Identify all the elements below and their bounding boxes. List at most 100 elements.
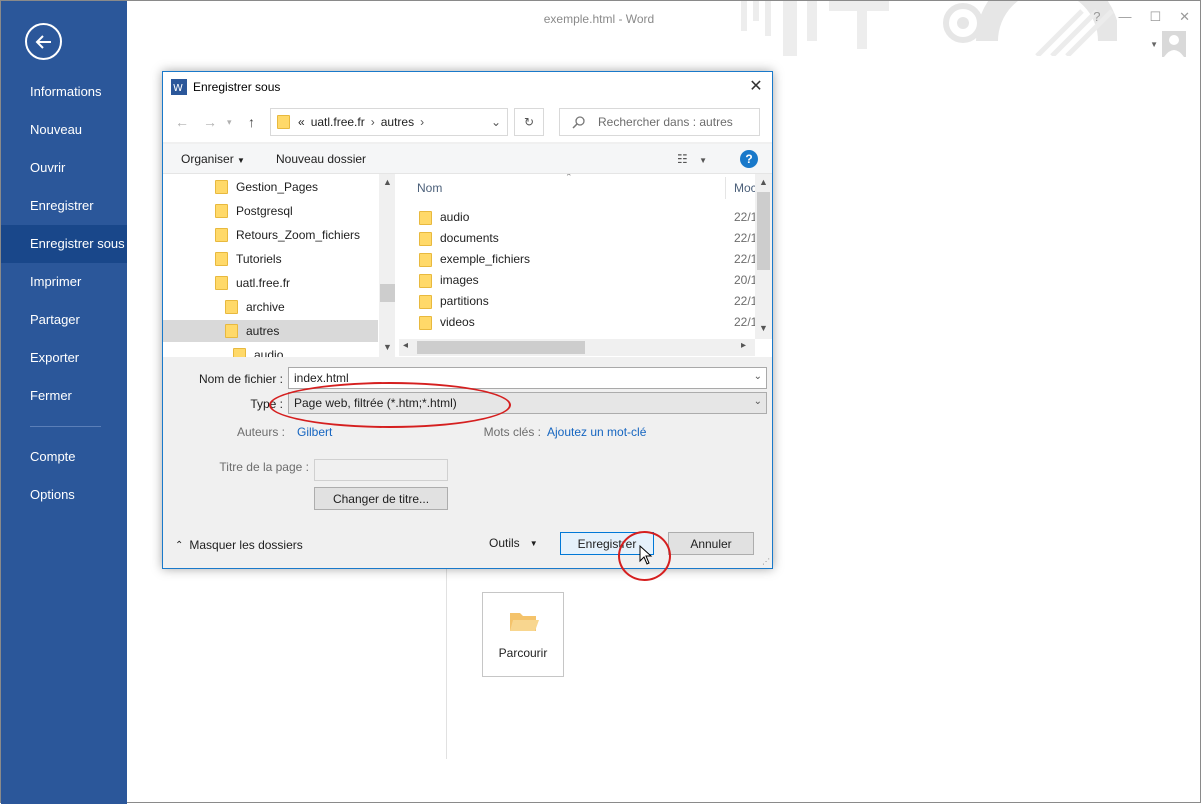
organize-button[interactable]: Organiser ▼ [181,152,245,166]
keywords-label: Mots clés : [483,425,541,439]
new-folder-button[interactable]: Nouveau dossier [276,152,366,166]
close-icon[interactable]: ✕ [1179,9,1190,25]
save-as-type-value: Page web, filtrée (*.htm;*.html) [294,396,457,410]
tools-label: Outils [489,536,520,550]
refresh-icon: ↻ [523,115,535,129]
file-row[interactable]: documents 22/1 [399,228,759,249]
folder-icon [215,180,228,194]
folder-icon [215,204,228,218]
tree-item[interactable]: audio [163,344,378,357]
folder-icon [215,276,228,290]
refresh-button[interactable]: ↻ [514,108,544,136]
breadcrumb-uatl[interactable]: uatl.free.fr [311,115,365,129]
back-arrow-icon[interactable]: ← [175,114,189,130]
keywords-link[interactable]: Ajoutez un mot-clé [547,425,646,439]
folder-icon [225,300,238,314]
tree-item-label: archive [246,300,285,314]
tree-scroll-thumb[interactable] [380,284,395,302]
chevron-down-icon[interactable]: ⌄ [754,371,762,382]
change-title-button[interactable]: Changer de titre... [314,487,448,510]
browser-panes: audio autres archive uatl.free.fr Tutoriels R… [163,174,772,357]
file-row[interactable]: audio 22/1 [399,207,759,228]
office-theme-decoration [741,1,1117,56]
back-button[interactable] [25,23,62,60]
tree-item-label: Gestion_Pages [236,180,319,194]
chevron-up-icon: ⌃ [175,539,184,551]
dialog-close-button[interactable]: ✕ [746,76,766,96]
resize-grip-icon[interactable]: ⋰ [762,557,770,566]
address-dropdown-chevron-icon[interactable]: ⌄ [491,115,501,129]
file-row[interactable]: images 20/1 [399,270,759,291]
backstage-nav-item[interactable]: Enregistrer sous [1,225,127,263]
tree-scrollbar[interactable]: ▲ ▼ [379,174,395,357]
filename-field[interactable]: index.html ⌄ [288,367,767,389]
tree-item[interactable]: Tutoriels [163,248,378,270]
file-list-vscroll-thumb[interactable] [757,192,770,270]
file-list-vscrollbar[interactable]: ▲ ▼ [755,174,772,339]
file-row[interactable]: exemple_fichiers 22/1 [399,249,759,270]
backstage-nav-item[interactable]: Compte [1,438,127,476]
scroll-right-icon[interactable]: ▸ [741,340,746,351]
browse-button[interactable]: Parcourir [482,592,564,677]
tree-item[interactable]: Postgresql [163,200,378,222]
close-icon: ✕ [749,78,763,95]
minimize-icon[interactable]: — [1118,9,1131,25]
authors-link[interactable]: Gilbert [297,425,332,439]
scroll-up-icon[interactable]: ▲ [759,177,768,187]
backstage-nav-item[interactable]: Ouvrir [1,149,127,187]
backstage-nav-item[interactable]: Informations [1,73,127,111]
up-arrow-icon[interactable]: ↑ [248,114,255,130]
search-input[interactable]: Rechercher dans : autres [559,108,760,136]
backstage-nav-item[interactable]: Exporter [1,339,127,377]
backstage-nav-item[interactable]: Partager [1,301,127,339]
forward-arrow-icon[interactable]: → [203,114,217,130]
column-header-name[interactable]: Nom [417,181,442,195]
backstage-nav-item[interactable]: Fermer [1,377,127,415]
file-list-hscroll-thumb[interactable] [417,341,585,354]
filename-value[interactable]: index.html [294,371,349,385]
scroll-down-icon[interactable]: ▼ [383,342,392,352]
tree-item[interactable]: Retours_Zoom_fichiers [163,224,378,246]
address-prefix[interactable]: « [298,115,305,129]
nav-separator [30,426,101,427]
address-row: ← → ▾ ↑ « uatl.free.fr › autres › ⌄ ↻ Re… [163,102,772,142]
avatar [1162,31,1186,57]
folder-icon [215,228,228,242]
file-list-hscrollbar[interactable]: ◂ ▸ [399,339,755,356]
scroll-up-icon[interactable]: ▲ [383,177,392,187]
column-header-modified[interactable]: Moc [734,181,757,195]
backstage-nav-item[interactable]: Enregistrer [1,187,127,225]
backstage-nav-item[interactable]: Imprimer [1,263,127,301]
folder-icon [233,348,246,357]
folder-icon [419,231,432,246]
help-icon[interactable]: ? [1093,9,1100,25]
view-options-button[interactable]: ☷ ▼ [677,152,707,166]
scroll-left-icon[interactable]: ◂ [403,340,408,351]
hide-folders-toggle[interactable]: ⌃ Masquer les dossiers [175,538,303,552]
address-bar[interactable]: « uatl.free.fr › autres › ⌄ [270,108,508,136]
save-as-type-select[interactable]: Page web, filtrée (*.htm;*.html) ⌄ [288,392,767,414]
backstage-nav-item[interactable]: Options [1,476,127,514]
search-placeholder: Rechercher dans : autres [598,115,733,129]
file-row[interactable]: videos 22/1 [399,312,759,333]
breadcrumb-separator-icon[interactable]: › [420,115,424,129]
cancel-button[interactable]: Annuler [668,532,754,555]
tree-item[interactable]: uatl.free.fr [163,272,378,294]
tree-item[interactable]: Gestion_Pages [163,176,378,198]
recent-locations-chevron-icon[interactable]: ▾ [227,117,232,128]
help-button[interactable]: ? [740,150,758,168]
backstage-nav-item[interactable]: Nouveau [1,111,127,149]
file-name: partitions [440,294,489,308]
tools-menu[interactable]: Outils ▼ [489,536,538,550]
file-row[interactable]: partitions 22/1 [399,291,759,312]
maximize-icon[interactable]: ☐ [1149,9,1161,25]
tree-item[interactable]: autres [163,320,378,342]
folder-icon [419,210,432,225]
breadcrumb-separator-icon[interactable]: › [371,115,375,129]
word-window: Informations Nouveau Ouvrir Enregistrer Enre… [0,0,1201,804]
breadcrumb-autres[interactable]: autres [381,115,414,129]
filename-label: Nom de fichier : [198,372,283,386]
scroll-down-icon[interactable]: ▼ [759,323,768,333]
tree-item[interactable]: archive [163,296,378,318]
account-area[interactable]: ▼ [1150,31,1186,57]
